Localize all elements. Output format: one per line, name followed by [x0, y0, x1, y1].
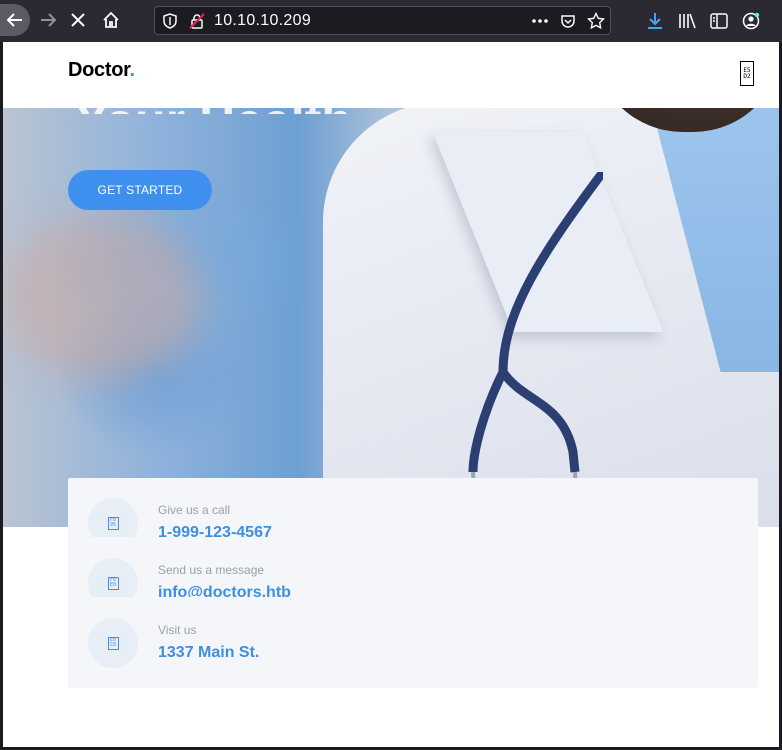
forward-button[interactable] [32, 4, 64, 36]
contact-value[interactable]: 1-999-123-4567 [158, 524, 272, 537]
back-button[interactable] [0, 4, 30, 36]
menu-icon: E5 D2 [743, 66, 751, 80]
sidebar-icon[interactable] [709, 11, 729, 31]
stop-icon [71, 13, 85, 27]
url-bar[interactable]: 10.10.10.209 [154, 6, 611, 35]
contact-item-visit: E0 C8 Visit us 1337 Main St. [88, 618, 728, 674]
phone-icon-circle: F0 95 [88, 498, 138, 537]
insecure-lock-icon[interactable] [189, 13, 205, 29]
get-started-button[interactable]: GET STARTED [68, 170, 212, 210]
logo-text: Doctor [68, 59, 130, 81]
stethoscope-image [468, 172, 603, 512]
page-viewport: Your Health GET STARTED Doctor. E5D2 F09… [3, 42, 779, 747]
more-icon[interactable] [531, 12, 549, 30]
map-marker-icon-circle: E0 C8 [88, 618, 138, 668]
site-logo[interactable]: Doctor. [68, 59, 135, 82]
bookmark-star-icon[interactable] [587, 12, 605, 30]
envelope-icon: F0 E0 [107, 576, 119, 590]
contact-item-call: F0 95 Give us a call 1-999-123-4567 [88, 498, 728, 537]
hero-background-blur [3, 212, 203, 382]
forward-icon [41, 13, 57, 27]
back-icon [6, 13, 22, 27]
url-text[interactable]: 10.10.10.209 [214, 12, 311, 30]
home-button[interactable] [95, 4, 127, 36]
contact-value[interactable]: 1337 Main St. [158, 644, 259, 662]
home-icon [103, 11, 119, 28]
shield-icon[interactable] [162, 13, 178, 29]
stop-button[interactable] [62, 4, 94, 36]
menu-toggle-button[interactable]: E5 D2 [740, 61, 754, 86]
browser-toolbar: 10.10.10.209 [0, 0, 782, 42]
contact-card: F0 95 Give us a call 1-999-123-4567 F0 E0 … [68, 478, 758, 688]
contact-label: Send us a message [158, 563, 265, 577]
window-border-left [0, 42, 3, 750]
map-marker-icon: E0 C8 [107, 636, 119, 650]
envelope-icon-circle: F0 E0 [88, 558, 138, 597]
logo-dot: . [129, 59, 136, 81]
contact-label: Give us a call [158, 503, 231, 517]
contact-value[interactable]: info@doctors.htb [158, 584, 291, 597]
hero-section: Your Health GET STARTED [3, 42, 779, 527]
contact-item-message: F0 E0 Send us a message info@doctors.htb [88, 558, 728, 597]
site-header: Doctor. E5 D2 [3, 42, 779, 108]
library-icon[interactable] [677, 11, 697, 31]
contact-label: Visit us [158, 623, 197, 637]
phone-icon: F0 95 [107, 516, 119, 530]
account-icon[interactable] [741, 11, 761, 31]
download-icon[interactable] [645, 11, 665, 31]
pocket-icon[interactable] [559, 12, 577, 30]
